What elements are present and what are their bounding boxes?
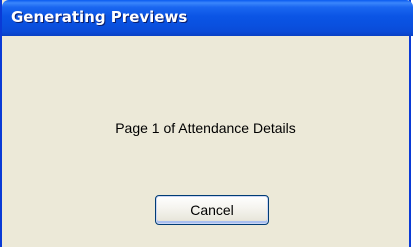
dialog-window: Generating Previews Page 1 of Attendance… [0,0,413,247]
cancel-button[interactable]: Cancel [155,195,269,225]
dialog-body: Page 1 of Attendance Details Cancel [2,36,409,247]
dialog-title: Generating Previews [11,8,188,26]
title-bar[interactable]: Generating Previews [2,0,413,36]
progress-message: Page 1 of Attendance Details [115,120,296,136]
